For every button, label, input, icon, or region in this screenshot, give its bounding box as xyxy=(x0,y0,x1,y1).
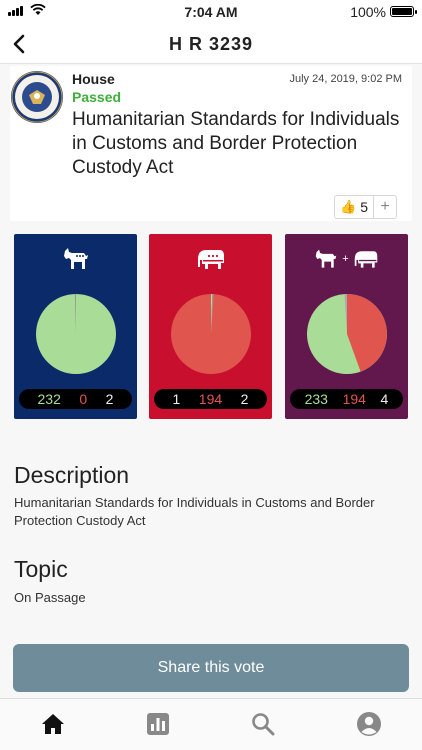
house-seal-icon xyxy=(11,71,63,123)
tab-search[interactable] xyxy=(248,709,278,739)
plus-icon: + xyxy=(342,253,349,265)
all-members-vote-card[interactable]: + 233 194 4 xyxy=(285,234,408,419)
tab-home[interactable] xyxy=(38,709,68,739)
battery-icon xyxy=(390,6,417,17)
bill-title: Humanitarian Standards for Individuals i… xyxy=(72,109,400,178)
nav-bar: H R 3239 xyxy=(0,24,422,64)
reaction-bar: 👍 5 + xyxy=(334,195,397,219)
description-text: Humanitarian Standards for Individuals i… xyxy=(14,495,375,528)
republican-yea-count: 1 xyxy=(172,391,181,407)
democrat-not-voting-count: 2 xyxy=(105,391,114,407)
republican-not-voting-count: 2 xyxy=(240,391,249,407)
stats-icon xyxy=(147,713,169,735)
topic-heading: Topic xyxy=(14,556,68,582)
like-button[interactable]: 👍 5 xyxy=(335,196,374,218)
republican-vote-pie xyxy=(171,294,251,374)
search-icon xyxy=(252,713,275,736)
share-vote-button[interactable]: Share this vote xyxy=(13,644,409,692)
status-bar: 7:04 AM 100% xyxy=(0,0,422,24)
home-icon xyxy=(42,714,64,734)
tab-bar xyxy=(0,698,422,750)
like-count: 5 xyxy=(360,199,368,215)
democrat-vote-card[interactable]: 232 0 2 xyxy=(14,234,137,419)
republican-vote-card[interactable]: 1 194 2 xyxy=(149,234,272,419)
democrat-yea-count: 232 xyxy=(37,391,61,407)
republican-vote-counts: 1 194 2 xyxy=(154,389,267,409)
add-reaction-button[interactable]: + xyxy=(374,196,396,218)
donkey-icon xyxy=(315,249,337,268)
elephant-icon xyxy=(354,251,377,268)
republican-nay-count: 194 xyxy=(198,391,223,407)
all-not-voting-count: 4 xyxy=(380,391,389,407)
all-members-vote-pie xyxy=(307,294,387,374)
donkey-icon xyxy=(63,248,88,269)
tab-stats[interactable] xyxy=(143,709,173,739)
vote-date: July 24, 2019, 9:02 PM xyxy=(289,73,402,85)
democrat-vote-pie xyxy=(36,294,116,374)
chamber-label: House xyxy=(72,71,115,87)
bill-status: Passed xyxy=(72,89,122,105)
profile-icon xyxy=(357,712,381,736)
democrat-vote-counts: 232 0 2 xyxy=(19,389,132,409)
all-members-vote-counts: 233 194 4 xyxy=(290,389,403,409)
all-yea-count: 233 xyxy=(304,391,328,407)
description-heading: Description xyxy=(14,462,130,488)
thumbs-up-icon: 👍 xyxy=(340,199,357,214)
elephant-icon xyxy=(197,250,224,269)
page-title: H R 3239 xyxy=(168,34,254,54)
all-nay-count: 194 xyxy=(342,391,366,407)
democrat-nay-count: 0 xyxy=(79,391,88,407)
topic-text: On Passage xyxy=(14,590,86,605)
tab-profile[interactable] xyxy=(354,709,384,739)
battery-percent: 100% xyxy=(350,4,386,20)
